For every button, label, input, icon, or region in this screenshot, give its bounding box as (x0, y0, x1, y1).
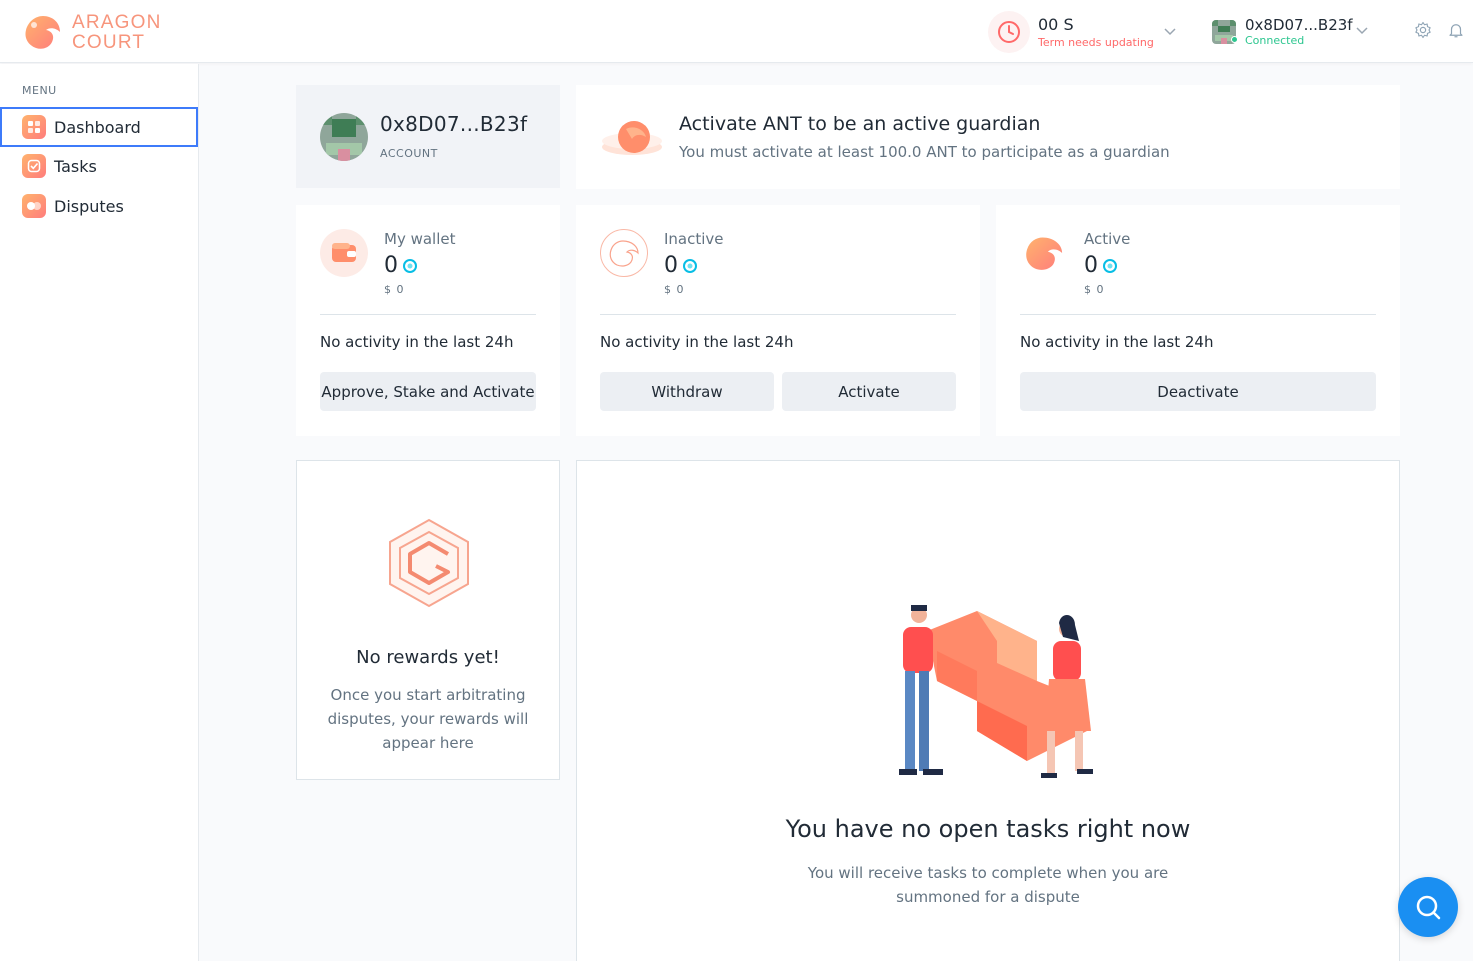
account-label: ACCOUNT (380, 147, 438, 160)
balance-value: 0 (1084, 253, 1117, 278)
clock-icon (988, 11, 1030, 53)
balance-label: Active (1084, 230, 1131, 248)
ant-token-icon (403, 258, 417, 273)
account-address: 0x8D07...B23f (1245, 16, 1353, 34)
approve-stake-activate-button[interactable]: Approve, Stake and Activate (320, 372, 536, 411)
balance-usd: $ 0 (384, 283, 405, 296)
wallet-icon (320, 229, 368, 277)
term-status: Term needs updating (1038, 36, 1154, 49)
app-name: ARAGON COURT (72, 13, 162, 53)
no-tasks-illustration (899, 605, 1093, 778)
search-icon (1416, 895, 1441, 920)
balance-label: My wallet (384, 230, 456, 248)
inactive-ant-icon (600, 229, 648, 277)
balance-usd: $ 0 (1084, 283, 1105, 296)
balance-label: Inactive (664, 230, 724, 248)
activity-text: No activity in the last 24h (1020, 333, 1214, 351)
account-address: 0x8D07...B23f (380, 112, 528, 136)
dashboard-icon (22, 115, 46, 139)
bell-icon[interactable] (1446, 20, 1466, 40)
balance-card-wallet: My wallet 0 $ 0 No activity in the last … (296, 205, 560, 436)
balance-card-inactive: Inactive 0 $ 0 No activity in the last 2… (576, 205, 980, 436)
sidebar-item-tasks[interactable]: Tasks (0, 146, 198, 186)
activity-text: No activity in the last 24h (320, 333, 514, 351)
connection-status: Connected (1245, 34, 1305, 47)
help-search-button[interactable] (1398, 877, 1458, 937)
gear-icon[interactable] (1413, 20, 1433, 40)
term-status-widget[interactable]: 00 S Term needs updating (988, 11, 1154, 53)
sidebar-item-label: Disputes (54, 196, 124, 216)
balance-usd: $ 0 (664, 283, 685, 296)
disputes-icon (22, 194, 46, 218)
chevron-down-icon[interactable] (1163, 24, 1177, 38)
activity-text: No activity in the last 24h (600, 333, 794, 351)
account-card-header: 0x8D07...B23f ACCOUNT (296, 85, 560, 188)
tasks-icon (22, 154, 46, 178)
ant-token-icon (1103, 258, 1117, 273)
banner-title: Activate ANT to be an active guardian (679, 113, 1041, 135)
tasks-card: You have no open tasks right now You wil… (576, 460, 1400, 961)
ant-coin-icon (602, 121, 662, 155)
rewards-title: No rewards yet! (356, 647, 500, 668)
menu-label: MENU (22, 84, 57, 97)
balance-amount: 0 (664, 253, 678, 278)
withdraw-button[interactable]: Withdraw (600, 372, 774, 411)
divider (320, 314, 536, 315)
activate-button[interactable]: Activate (782, 372, 956, 411)
connected-dot (1231, 36, 1238, 43)
rewards-empty-icon (389, 518, 469, 608)
chevron-down-icon[interactable] (1355, 23, 1369, 37)
rewards-card: No rewards yet! Once you start arbitrati… (296, 460, 560, 780)
account-avatar (320, 113, 368, 161)
divider (1020, 314, 1376, 315)
banner-subtitle: You must activate at least 100.0 ANT to … (679, 143, 1170, 161)
aragon-court-logo-icon (25, 16, 60, 49)
balance-value: 0 (664, 253, 697, 278)
active-ant-icon (1020, 229, 1068, 277)
rewards-subtitle: Once you start arbitrating disputes, you… (327, 686, 529, 752)
sidebar: MENU Dashboard Tasks Disputes (0, 64, 199, 961)
sidebar-item-dashboard[interactable]: Dashboard (0, 107, 198, 147)
balance-value: 0 (384, 253, 417, 278)
term-value: 00 S (1038, 15, 1074, 34)
tasks-empty-title: You have no open tasks right now (785, 815, 1191, 843)
sidebar-item-label: Tasks (54, 156, 97, 176)
balance-card-active: Active 0 $ 0 No activity in the last 24h… (996, 205, 1400, 436)
app-name-line2: COURT (72, 32, 146, 53)
sidebar-item-disputes[interactable]: Disputes (0, 186, 198, 226)
divider (600, 314, 956, 315)
app-name-line1: ARAGON (72, 12, 162, 33)
balance-amount: 0 (1084, 253, 1098, 278)
balance-amount: 0 (384, 253, 398, 278)
top-bar: ARAGON COURT 00 S Term needs updating 0x… (0, 0, 1473, 63)
app-logo[interactable]: ARAGON COURT (22, 12, 162, 54)
activate-banner: Activate ANT to be an active guardian Yo… (576, 85, 1400, 189)
tasks-empty-subtitle: You will receive tasks to complete when … (807, 864, 1169, 906)
sidebar-item-label: Dashboard (54, 117, 141, 137)
deactivate-button[interactable]: Deactivate (1020, 372, 1376, 411)
ant-token-icon (683, 258, 697, 273)
account-button[interactable]: 0x8D07...B23f Connected (1212, 16, 1353, 48)
